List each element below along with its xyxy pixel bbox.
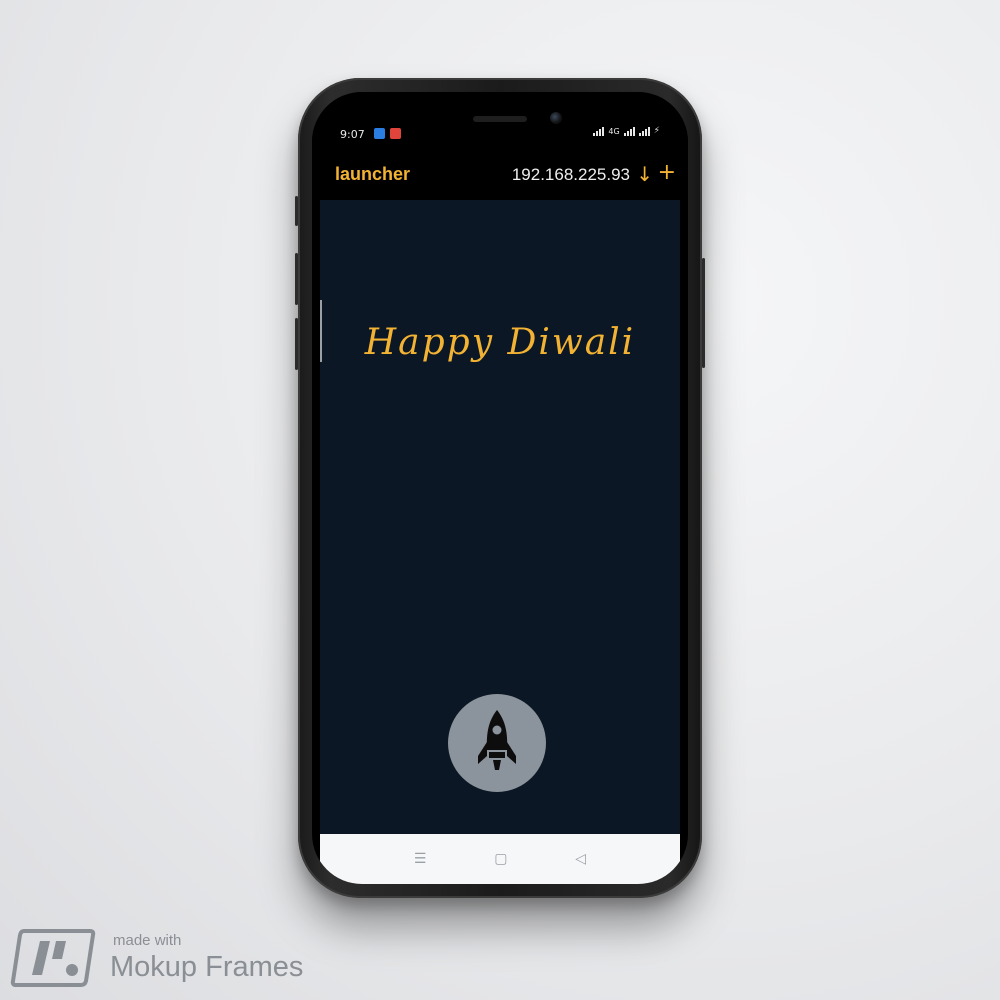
back-triangle-icon[interactable]: ◁ [575, 851, 586, 867]
ip-address[interactable]: 192.168.225.93 [512, 165, 630, 185]
volume-down-button [295, 318, 298, 370]
volume-up-button [295, 253, 298, 305]
power-button [295, 196, 298, 226]
app-title: launcher [335, 164, 411, 184]
main-content: Happy Diwali [320, 200, 680, 834]
greeting-text: Happy Diwali [364, 322, 636, 363]
launch-button[interactable] [448, 694, 546, 792]
side-button-right [702, 258, 705, 368]
status-indicators: 4G ⚡ [593, 126, 660, 136]
home-square-icon[interactable]: ▢ [494, 851, 507, 867]
phone-mockup: 9:07 4G ⚡ launcher 192.168.225.93 ↓ + Ha… [295, 78, 705, 898]
charging-icon: ⚡ [653, 126, 660, 136]
screen: 9:07 4G ⚡ launcher 192.168.225.93 ↓ + Ha… [312, 92, 688, 884]
notification-pdf-icon [390, 128, 401, 139]
watermark-brand: Mokup Frames [110, 951, 304, 983]
menu-icon[interactable]: ☰ [414, 851, 427, 867]
navigation-bar: ☰ ▢ ◁ [320, 834, 680, 884]
status-bar: 9:07 4G ⚡ [312, 92, 688, 152]
network-type-label: 4G [608, 127, 620, 136]
signal-icon-3 [638, 126, 650, 136]
status-time: 9:07 [340, 128, 365, 141]
signal-icon [593, 126, 605, 136]
signal-icon-2 [623, 126, 635, 136]
notification-app-icon [374, 128, 385, 139]
mokup-frames-logo-icon [10, 929, 96, 987]
front-camera [550, 112, 562, 124]
watermark-made-with: made with [113, 932, 182, 949]
watermark: made with Mokup Frames [10, 925, 330, 995]
arrow-down-icon[interactable]: ↓ [636, 162, 653, 186]
plus-icon[interactable]: + [658, 160, 676, 185]
rocket-icon [478, 710, 516, 770]
earpiece-speaker [473, 116, 527, 122]
app-bar: launcher 192.168.225.93 ↓ + [320, 152, 680, 200]
